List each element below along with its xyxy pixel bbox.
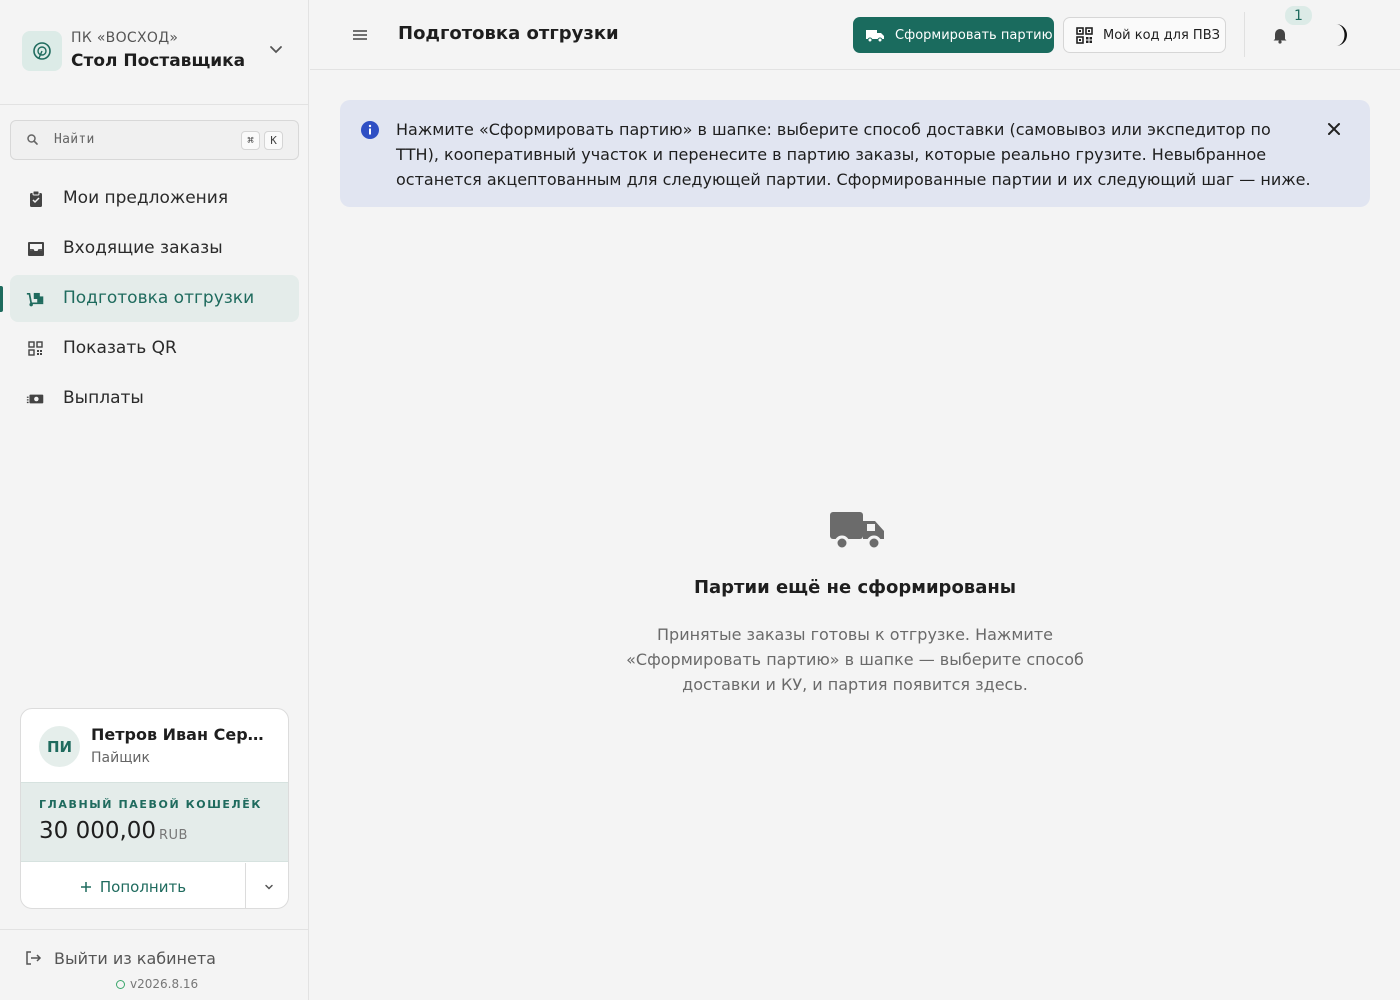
sidebar-item-incoming-orders[interactable]: Входящие заказы xyxy=(10,225,299,272)
wallet-currency: RUB xyxy=(159,828,188,843)
alert-message: Нажмите «Сформировать партию» в шапке: в… xyxy=(396,120,1311,189)
wallet-label: ГЛАВНЫЙ ПАЕВОЙ КОШЕЛЁК xyxy=(39,798,262,811)
info-alert: Нажмите «Сформировать партию» в шапке: в… xyxy=(340,100,1370,207)
wallet-panel: ГЛАВНЫЙ ПАЕВОЙ КОШЕЛЁК 30 000,00 RUB xyxy=(21,782,288,862)
dolly-icon xyxy=(26,289,45,308)
plus-icon xyxy=(80,881,91,892)
chevron-down-icon[interactable] xyxy=(267,40,285,58)
bell-icon[interactable] xyxy=(1271,26,1289,44)
sidebar-item-offers[interactable]: Мои предложения xyxy=(10,175,299,222)
truck-icon xyxy=(830,512,884,551)
topup-label: Пополнить xyxy=(99,877,187,896)
sidebar-item-show-qr[interactable]: Показать QR xyxy=(10,325,299,372)
sidebar-item-label: Мои предложения xyxy=(63,188,229,208)
empty-state-description: Принятые заказы готовы к отгрузке. Нажми… xyxy=(626,625,1084,694)
page-title: Подготовка отгрузки xyxy=(398,23,619,44)
qr-icon xyxy=(1076,26,1093,44)
top-header: Подготовка отгрузки Сформировать партию … xyxy=(310,0,1400,70)
create-batch-button[interactable]: Сформировать партию xyxy=(853,17,1054,53)
shortcut-key-cmd: ⌘ xyxy=(241,131,260,150)
notification-badge: 1 xyxy=(1285,6,1312,25)
user-card: ПИ Петров Иван Сергеевич Пайщик ГЛАВНЫЙ … xyxy=(20,708,289,909)
empty-state-title: Партии ещё не сформированы xyxy=(693,577,1017,598)
money-icon xyxy=(26,389,45,408)
divider xyxy=(0,929,309,930)
truck-icon xyxy=(866,29,884,42)
moon-icon[interactable] xyxy=(1327,22,1351,48)
org-logo-icon xyxy=(22,31,62,71)
search-placeholder: Найти xyxy=(54,132,95,147)
org-subtitle: ПК «ВОСХОД» xyxy=(71,30,179,46)
menu-icon[interactable] xyxy=(350,25,370,45)
user-name: Петров Иван Сергеевич xyxy=(91,725,271,744)
divider xyxy=(1244,12,1245,57)
version-info: v2026.8.16 xyxy=(116,977,198,991)
sidebar-item-payouts[interactable]: Выплаты xyxy=(10,375,299,422)
sidebar-item-label: Подготовка отгрузки xyxy=(63,288,255,308)
status-dot-icon xyxy=(116,979,125,989)
clipboard-icon xyxy=(26,189,45,208)
search-input[interactable]: Найти ⌘ K xyxy=(10,120,299,160)
sidebar-item-label: Входящие заказы xyxy=(63,238,223,258)
logout-label: Выйти из кабинета xyxy=(54,948,216,968)
org-title: Стол Поставщика xyxy=(71,51,246,71)
active-indicator xyxy=(0,286,3,312)
topup-more-button[interactable] xyxy=(247,863,288,908)
avatar[interactable]: ПИ xyxy=(39,726,80,767)
sidebar: ПК «ВОСХОД» Стол Поставщика Найти ⌘ K Мо… xyxy=(0,0,309,1000)
create-batch-label: Сформировать партию xyxy=(895,27,1053,43)
inbox-icon xyxy=(26,239,45,258)
chevron-down-icon xyxy=(264,884,273,890)
sidebar-item-label: Показать QR xyxy=(63,338,177,358)
logout-icon xyxy=(26,951,42,965)
close-icon[interactable] xyxy=(1324,119,1344,139)
shortcut-key-k: K xyxy=(264,131,283,150)
logout-button[interactable]: Выйти из кабинета xyxy=(25,946,216,970)
org-switcher[interactable]: ПК «ВОСХОД» Стол Поставщика xyxy=(0,0,309,105)
sidebar-item-label: Выплаты xyxy=(63,388,144,408)
pickup-code-button[interactable]: Мой код для ПВЗ xyxy=(1063,17,1226,53)
version-label: v2026.8.16 xyxy=(130,977,199,991)
topup-button[interactable]: Пополнить xyxy=(21,863,246,908)
user-role: Пайщик xyxy=(91,750,150,766)
sidebar-item-shipment-prep[interactable]: Подготовка отгрузки xyxy=(10,275,299,322)
pickup-code-label: Мой код для ПВЗ xyxy=(1103,27,1220,43)
wallet-amount: 30 000,00 xyxy=(39,818,157,844)
qr-icon xyxy=(26,339,45,358)
info-icon xyxy=(361,121,379,139)
search-icon xyxy=(27,134,38,145)
